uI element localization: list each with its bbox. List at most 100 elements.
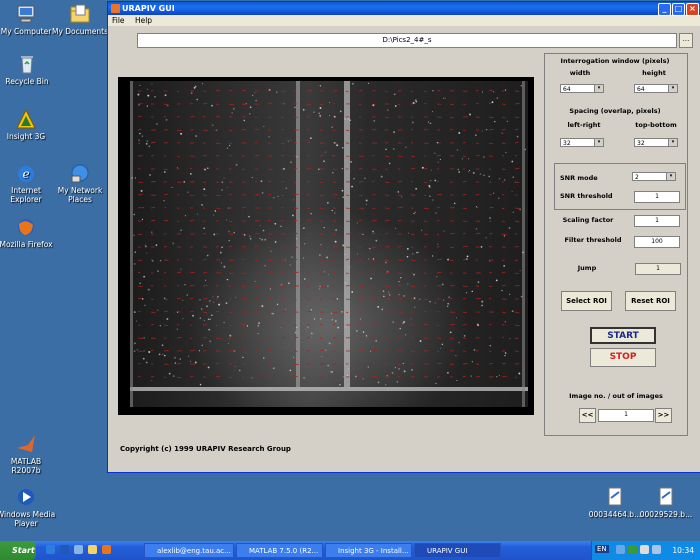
task-matlab[interactable]: MATLAB 7.5.0 (R2... [236, 543, 323, 558]
tray-icon[interactable] [640, 545, 649, 554]
snr-mode-select[interactable]: 2 ▾ [632, 172, 676, 181]
top-bottom-value: 32 [637, 140, 645, 147]
svg-text:e: e [22, 167, 29, 181]
particle-speck [143, 350, 145, 352]
particle-speck [183, 181, 186, 183]
menu-file[interactable]: File [112, 16, 125, 25]
particle-speck [274, 222, 277, 225]
desktop-icon-firefox[interactable]: Mozilla Firefox [0, 216, 56, 249]
path-field[interactable]: D:\Pics2_4#_s [137, 33, 677, 48]
particle-speck [211, 314, 213, 317]
desktop-icon-file-2[interactable]: 00029529.b... [636, 486, 696, 519]
desktop-icon-internet-explorer[interactable]: e Internet Explorer [0, 162, 56, 204]
volume-icon[interactable] [652, 545, 661, 554]
minimize-button[interactable]: _ [658, 3, 671, 16]
particle-speck [369, 350, 372, 352]
particle-speck [468, 158, 470, 160]
tray-icon[interactable] [616, 545, 625, 554]
particle-speck [203, 188, 206, 191]
particle-speck [145, 246, 147, 248]
browse-button[interactable]: ... [679, 33, 693, 48]
particle-speck [257, 324, 260, 327]
particle-speck [394, 105, 397, 107]
particle-speck [479, 173, 482, 175]
particle-speck [488, 175, 491, 178]
task-urapiv[interactable]: URAPIV GUI [414, 543, 501, 558]
start-button[interactable]: Start [0, 541, 36, 560]
particle-speck [336, 144, 339, 147]
desktop-icon-my-computer[interactable]: My Computer [0, 3, 56, 36]
velocity-vector [150, 155, 154, 157]
particle-speck [489, 260, 491, 262]
desktop-icon-network-places[interactable]: My Network Places [50, 162, 110, 204]
task-mail[interactable]: alexlib@eng.tau.ac... [144, 543, 234, 558]
left-right-select[interactable]: 32 ▾ [560, 138, 604, 147]
maximize-button[interactable]: □ [672, 3, 685, 16]
desktop-icon-recycle-bin[interactable]: Recycle Bin [0, 53, 57, 86]
reset-roi-button[interactable]: Reset ROI [625, 291, 676, 311]
velocity-vector [306, 207, 310, 209]
menu-help[interactable]: Help [135, 16, 152, 25]
particle-speck [133, 311, 136, 314]
particle-speck [213, 233, 216, 236]
particle-speck [261, 305, 264, 308]
particle-speck [221, 181, 224, 184]
image-number-input[interactable]: 1 [598, 409, 654, 422]
particle-speck [225, 219, 227, 221]
velocity-vector [423, 311, 427, 313]
ie-quicklaunch-icon[interactable] [46, 545, 55, 554]
close-button[interactable]: × [686, 3, 699, 16]
particle-speck [295, 238, 298, 240]
tank-right-edge [522, 81, 525, 407]
desktop-icon-matlab[interactable]: MATLAB R2007b [0, 433, 56, 475]
particle-speck [323, 160, 325, 163]
next-image-button[interactable]: >> [655, 408, 672, 423]
height-select[interactable]: 64 ▾ [634, 84, 678, 93]
previous-image-button[interactable]: << [579, 408, 596, 423]
particle-speck [165, 118, 168, 121]
title-bar[interactable]: URAPIV GUI _ □ × [108, 2, 700, 16]
piv-image-display[interactable] [118, 77, 534, 415]
jump-input[interactable]: 1 [635, 263, 681, 275]
particle-speck [331, 209, 333, 212]
language-indicator[interactable]: EN [595, 545, 609, 553]
desktop-icon-label: Internet Explorer [10, 186, 42, 204]
particle-speck [498, 197, 500, 200]
snr-threshold-input[interactable]: 1 [634, 191, 680, 203]
desktop-icon-insight[interactable]: Insight 3G [0, 108, 56, 141]
firefox-quicklaunch-icon[interactable] [102, 545, 111, 554]
particle-speck [346, 339, 349, 341]
particle-speck [319, 285, 321, 288]
explorer-quicklaunch-icon[interactable] [88, 545, 97, 554]
tray-icon[interactable] [628, 545, 637, 554]
task-insight[interactable]: Insight 3G - Install... [325, 543, 412, 558]
particle-speck [335, 320, 337, 322]
desktop-icon-media-player[interactable]: Windows Media Player [0, 486, 56, 528]
window-title: URAPIV GUI [122, 4, 175, 13]
particle-speck [468, 171, 470, 173]
particle-speck [345, 282, 347, 284]
particle-speck [405, 146, 407, 149]
width-select[interactable]: 64 ▾ [560, 84, 604, 93]
particle-speck [303, 257, 305, 259]
particle-speck [481, 130, 483, 132]
media-quicklaunch-icon[interactable] [60, 545, 69, 554]
top-bottom-select[interactable]: 32 ▾ [634, 138, 678, 147]
particle-speck [329, 371, 332, 373]
desktop-icon-label: Mozilla Firefox [0, 240, 53, 249]
filter-threshold-input[interactable]: 100 [634, 236, 680, 248]
particle-speck [453, 202, 456, 205]
particle-speck [480, 246, 483, 248]
select-roi-button[interactable]: Select ROI [561, 291, 612, 311]
particle-speck [336, 298, 339, 300]
desktop-icon-my-documents[interactable]: My Documents [50, 3, 110, 36]
start-button[interactable]: START [590, 327, 656, 344]
particle-speck [334, 240, 337, 243]
stop-button[interactable]: STOP [590, 348, 656, 367]
show-desktop-icon[interactable] [74, 545, 83, 554]
particle-speck [475, 134, 477, 136]
scaling-factor-input[interactable]: 1 [634, 215, 680, 227]
particle-speck [302, 227, 305, 230]
particle-speck [323, 227, 325, 229]
particle-speck [280, 283, 283, 286]
